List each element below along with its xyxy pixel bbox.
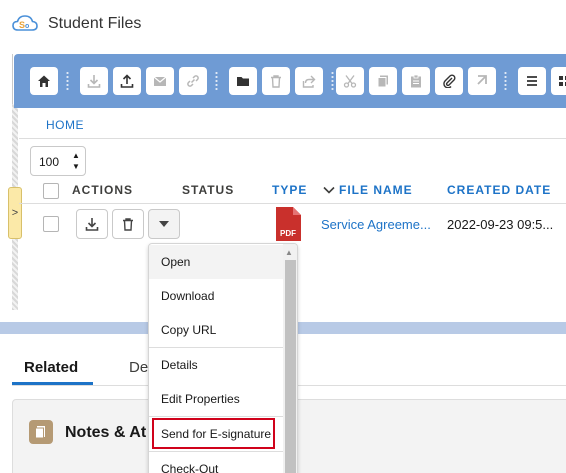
column-header-actions: ACTIONS — [72, 183, 133, 197]
menu-item-copy-url[interactable]: Copy URL — [149, 313, 283, 347]
decrement-icon[interactable]: ▼ — [72, 162, 80, 171]
menu-scrollbar-thumb[interactable] — [285, 260, 296, 473]
copy-button[interactable] — [369, 67, 397, 95]
file-name-header-label: FILE NAME — [339, 183, 413, 197]
share-button[interactable] — [295, 67, 323, 95]
pointer-button[interactable] — [468, 67, 496, 95]
chevron-right-icon: > — [11, 207, 19, 219]
attach-button[interactable] — [435, 67, 463, 95]
pdf-label: PDF — [280, 229, 296, 238]
upload-button[interactable] — [113, 67, 141, 95]
notes-icon — [29, 420, 53, 444]
created-date-cell: 2022-09-23 09:5... — [447, 217, 554, 232]
highlight-annotation — [152, 418, 275, 449]
attach-icon — [443, 74, 456, 88]
caret-down-icon — [159, 221, 169, 227]
delete-icon — [271, 75, 281, 88]
menu-item-edit-properties[interactable]: Edit Properties — [149, 382, 283, 416]
pdf-file-icon: PDF — [276, 207, 301, 241]
scroll-up-icon[interactable]: ▲ — [285, 248, 293, 257]
app-logo-icon: S o — [12, 15, 38, 31]
home-icon — [38, 75, 50, 87]
toolbar-separator — [66, 71, 69, 91]
header-divider — [19, 203, 566, 204]
cut-button[interactable] — [336, 67, 364, 95]
row-actions-menu-button[interactable] — [148, 209, 180, 239]
toolbar-separator — [215, 71, 218, 91]
app-header: S o Student Files — [0, 0, 566, 50]
toolbar-separator — [504, 71, 507, 91]
row-delete-button[interactable] — [112, 209, 144, 239]
delete-icon — [123, 218, 133, 231]
column-header-file-name[interactable]: FILE NAME — [323, 183, 413, 197]
link-button[interactable] — [179, 67, 207, 95]
upload-icon — [120, 74, 134, 88]
download-icon — [85, 218, 99, 231]
column-header-created-date[interactable]: CREATED DATE — [447, 183, 551, 197]
list-view-button[interactable] — [518, 67, 546, 95]
expand-sidebar-toggle[interactable]: > — [8, 187, 22, 239]
download-icon — [87, 75, 101, 88]
home-button[interactable] — [30, 67, 58, 95]
grid-view-icon — [559, 76, 566, 86]
pointer-icon — [477, 75, 487, 85]
page-size-stepper[interactable]: 100 ▲ ▼ — [30, 146, 86, 176]
email-icon — [153, 76, 167, 86]
folder-icon — [237, 77, 249, 86]
toolbar-separator — [331, 71, 334, 91]
sort-descending-icon — [323, 186, 335, 194]
cut-icon — [343, 75, 357, 88]
increment-icon[interactable]: ▲ — [72, 151, 80, 160]
select-all-checkbox[interactable] — [43, 183, 59, 199]
column-header-status[interactable]: STATUS — [182, 183, 234, 197]
row-checkbox[interactable] — [43, 216, 59, 232]
toolbar — [14, 54, 566, 108]
svg-text:o: o — [25, 23, 29, 30]
tab-related[interactable]: Related — [24, 359, 78, 376]
file-name-link[interactable]: Service Agreeme... — [321, 217, 431, 232]
new-folder-button[interactable] — [229, 67, 257, 95]
share-icon — [302, 75, 316, 88]
grid-view-button[interactable] — [551, 67, 566, 95]
delete-button[interactable] — [262, 67, 290, 95]
menu-item-details[interactable]: Details — [149, 348, 283, 382]
breadcrumb-home[interactable]: HOME — [46, 118, 84, 132]
menu-item-open[interactable]: Open — [149, 245, 283, 279]
breadcrumb-divider — [19, 138, 566, 139]
row-download-button[interactable] — [76, 209, 108, 239]
page-title: Student Files — [48, 15, 142, 32]
link-icon — [187, 75, 199, 87]
paste-button[interactable] — [402, 67, 430, 95]
column-header-type[interactable]: TYPE — [272, 183, 307, 197]
page-size-value: 100 — [39, 155, 60, 169]
document-icon — [35, 426, 45, 439]
paste-icon — [411, 74, 421, 88]
menu-item-check-out[interactable]: Check-Out — [149, 452, 283, 473]
list-view-icon — [527, 76, 537, 86]
tab-details[interactable]: De — [129, 359, 148, 376]
download-button[interactable] — [80, 67, 108, 95]
menu-item-download[interactable]: Download — [149, 279, 283, 313]
card-title: Notes & At — [65, 424, 147, 441]
copy-icon — [377, 75, 388, 88]
email-button[interactable] — [146, 67, 174, 95]
